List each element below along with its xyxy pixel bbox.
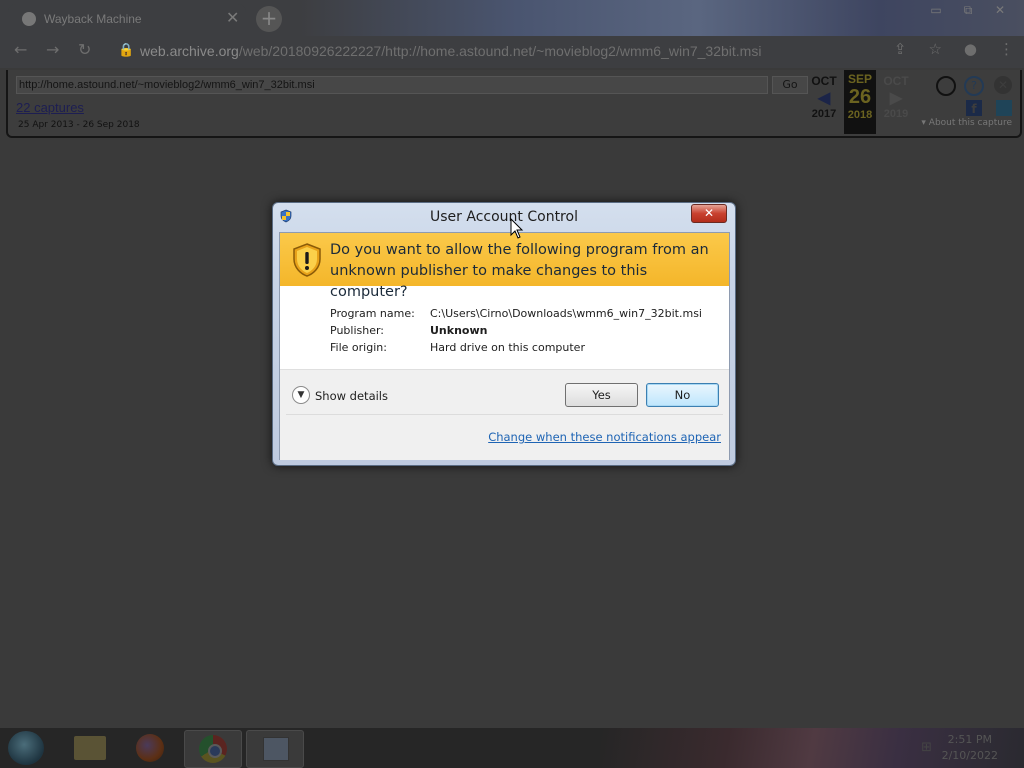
- wayback-toolbar: http://home.astound.net/~movieblog2/wmm6…: [6, 70, 1022, 138]
- clock-date: 2/10/2022: [941, 749, 998, 762]
- footer-divider: [286, 414, 723, 415]
- uac-question: Do you want to allow the following progr…: [330, 242, 709, 300]
- facebook-icon[interactable]: f: [966, 100, 982, 116]
- current-column: SEP 26 2018: [844, 70, 876, 134]
- warning-banner: Do you want to allow the following progr…: [280, 233, 729, 300]
- prev-column: OCT ◀ 2017: [808, 72, 840, 120]
- show-details-toggle[interactable]: Show details: [315, 389, 388, 403]
- uac-dialog: User Account Control ✕ Do you want to al…: [272, 202, 736, 466]
- taskbar: ⊞ 2:51 PM 2/10/2022: [0, 728, 1024, 768]
- next-arrow-icon[interactable]: ▶: [880, 88, 912, 108]
- restore-button[interactable]: ⧉: [952, 2, 984, 20]
- minimize-button[interactable]: ▭: [920, 2, 952, 20]
- change-notifications-link[interactable]: Change when these notifications appear: [488, 430, 721, 444]
- mouse-pointer-icon: [510, 218, 524, 239]
- url-path: /web/20180926222227/http://home.astound.…: [238, 43, 762, 59]
- network-tray-icon[interactable]: ⊞: [921, 740, 932, 755]
- publisher-value: Unknown: [430, 324, 488, 337]
- captures-link[interactable]: 22 captures: [16, 100, 84, 115]
- about-capture-link[interactable]: ▾ About this capture: [921, 118, 1012, 128]
- close-toolbar-icon[interactable]: ✕: [994, 76, 1012, 94]
- warning-shield-icon: [293, 243, 321, 277]
- firefox-taskbar-icon[interactable]: [122, 730, 178, 766]
- dialog-title: User Account Control: [430, 209, 578, 225]
- prev-arrow-icon[interactable]: ◀: [808, 88, 840, 108]
- prev-month: OCT: [811, 74, 837, 88]
- back-arrow-icon[interactable]: ←: [14, 40, 27, 59]
- share-icon[interactable]: ⇪: [894, 40, 907, 58]
- publisher-row: Publisher: Unknown: [330, 324, 702, 341]
- yes-button[interactable]: Yes: [565, 383, 638, 407]
- clock-time: 2:51 PM: [947, 733, 992, 746]
- next-year: 2019: [883, 108, 909, 120]
- desktop-wallpaper-strip: [300, 0, 1024, 36]
- program-name-row: Program name: C:\Users\Cirno\Downloads\w…: [330, 307, 702, 324]
- tray-clock[interactable]: 2:51 PM 2/10/2022: [942, 732, 998, 764]
- no-button[interactable]: No: [646, 383, 719, 407]
- current-day: 26: [848, 86, 872, 108]
- browser-chrome: Wayback Machine ✕ + ▭ ⧉ ✕ ← → ↻ 🔒 web.ar…: [0, 0, 1024, 68]
- program-name-label: Program name:: [330, 307, 415, 320]
- bookmark-star-icon[interactable]: ☆: [928, 40, 941, 58]
- dialog-close-button[interactable]: ✕: [691, 204, 727, 223]
- wayback-url-input[interactable]: http://home.astound.net/~movieblog2/wmm6…: [16, 76, 768, 94]
- toolbar-icons: ⇪ ☆ ● ⋮: [894, 40, 1014, 58]
- prev-year: 2017: [811, 108, 837, 120]
- next-column: OCT ▶ 2019: [880, 72, 912, 120]
- tab-close-icon[interactable]: ✕: [226, 8, 239, 27]
- installer-taskbar-icon[interactable]: [246, 730, 304, 768]
- program-name-value: C:\Users\Cirno\Downloads\wmm6_win7_32bit…: [430, 307, 702, 320]
- account-icon[interactable]: [936, 76, 956, 96]
- new-tab-button[interactable]: +: [256, 6, 282, 32]
- url-host: web.archive.org: [140, 43, 239, 59]
- twitter-icon[interactable]: [996, 100, 1012, 116]
- dialog-footer: ▼ Show details Yes No Change when these …: [280, 369, 729, 460]
- current-year: 2018: [847, 109, 873, 121]
- chrome-taskbar-icon[interactable]: [184, 730, 242, 768]
- lock-icon: 🔒: [118, 43, 135, 58]
- help-icon[interactable]: ?: [964, 76, 984, 96]
- window-close-button[interactable]: ✕: [984, 2, 1016, 20]
- globe-icon: [22, 12, 36, 26]
- menu-dots-icon[interactable]: ⋮: [999, 40, 1014, 58]
- forward-arrow-icon[interactable]: →: [46, 40, 59, 59]
- tab-title: Wayback Machine: [44, 12, 142, 26]
- window-controls: ▭ ⧉ ✕: [920, 2, 1016, 20]
- start-button[interactable]: [8, 731, 44, 765]
- publisher-label: Publisher:: [330, 324, 385, 337]
- file-origin-label: File origin:: [330, 341, 387, 354]
- browser-tab[interactable]: Wayback Machine ✕: [8, 4, 246, 34]
- file-origin-row: File origin: Hard drive on this computer: [330, 341, 702, 358]
- explorer-taskbar-icon[interactable]: [62, 730, 118, 766]
- reload-icon[interactable]: ↻: [78, 40, 91, 59]
- program-details: Program name: C:\Users\Cirno\Downloads\w…: [330, 307, 702, 358]
- address-bar[interactable]: web.archive.org/web/20180926222227/http:…: [140, 36, 940, 66]
- dialog-body: Do you want to allow the following progr…: [279, 232, 730, 460]
- next-month: OCT: [883, 74, 909, 88]
- wayback-go-button[interactable]: Go: [772, 76, 808, 94]
- captures-range: 25 Apr 2013 - 26 Sep 2018: [18, 120, 140, 130]
- profile-icon[interactable]: ●: [964, 40, 977, 58]
- chevron-down-icon[interactable]: ▼: [292, 386, 310, 404]
- current-month: SEP: [847, 72, 872, 86]
- file-origin-value: Hard drive on this computer: [430, 341, 585, 354]
